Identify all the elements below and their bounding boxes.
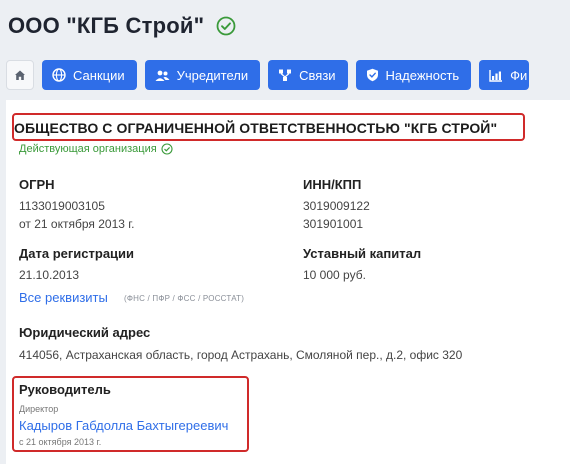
tab-finance-label: Фи	[510, 67, 528, 83]
tab-connections[interactable]: Связи	[268, 60, 348, 90]
page-header: ООО "КГБ Строй"	[0, 0, 570, 52]
ogrn-date: от 21 октября 2013 г.	[19, 217, 135, 231]
home-tab[interactable]	[6, 60, 34, 90]
address-value: 414056, Астраханская область, город Астр…	[19, 348, 463, 362]
manager-label: Руководитель	[19, 382, 111, 397]
registration-date-value: 21.10.2013	[19, 268, 80, 282]
manager-since: с 21 октября 2013 г.	[19, 437, 102, 447]
kpp-value: 301901001	[303, 217, 364, 231]
inn-kpp-label: ИНН/КПП	[303, 177, 362, 192]
shield-icon	[366, 68, 378, 82]
all-details-note: (ФНС / ПФР / ФСС / РОССТАТ)	[124, 294, 245, 303]
globe-icon	[52, 68, 66, 82]
tab-founders-label: Учредители	[176, 67, 249, 83]
share-icon	[279, 69, 292, 81]
manager-name-link[interactable]: Кадыров Габдолла Бахтыгереевич	[19, 418, 228, 433]
company-status: Действующая организация	[19, 143, 173, 155]
tab-reliability[interactable]: Надежность	[355, 60, 472, 90]
tab-sanctions-label: Санкции	[73, 67, 125, 83]
ogrn-value: 1133019003105	[19, 199, 105, 213]
capital-label: Уставный капитал	[303, 246, 422, 261]
tab-connections-label: Связи	[299, 67, 336, 83]
status-check-icon	[161, 143, 173, 155]
manager-position: Директор	[19, 404, 59, 414]
tab-reliability-label: Надежность	[385, 67, 460, 83]
inn-value: 3019009122	[303, 199, 370, 213]
section-tabs: Санкции Учредители Связи Надежность Фи	[6, 60, 570, 90]
tab-founders[interactable]: Учредители	[144, 60, 261, 90]
chart-icon	[489, 69, 503, 82]
company-full-name: ОБЩЕСТВО С ОГРАНИЧЕННОЙ ОТВЕТСТВЕННОСТЬЮ…	[14, 120, 498, 136]
ogrn-label: ОГРН	[19, 177, 55, 192]
home-icon	[15, 70, 25, 80]
capital-value: 10 000 руб.	[303, 268, 366, 282]
address-label: Юридический адрес	[19, 325, 151, 340]
users-icon	[155, 70, 170, 81]
tab-finance[interactable]: Фи	[479, 60, 530, 90]
check-circle-icon	[216, 16, 236, 36]
company-status-label: Действующая организация	[19, 143, 157, 155]
page-title: ООО "КГБ Строй"	[8, 13, 205, 38]
tab-sanctions[interactable]: Санкции	[42, 60, 137, 90]
all-details-link[interactable]: Все реквизиты	[19, 290, 108, 305]
registration-date-label: Дата регистрации	[19, 246, 135, 261]
